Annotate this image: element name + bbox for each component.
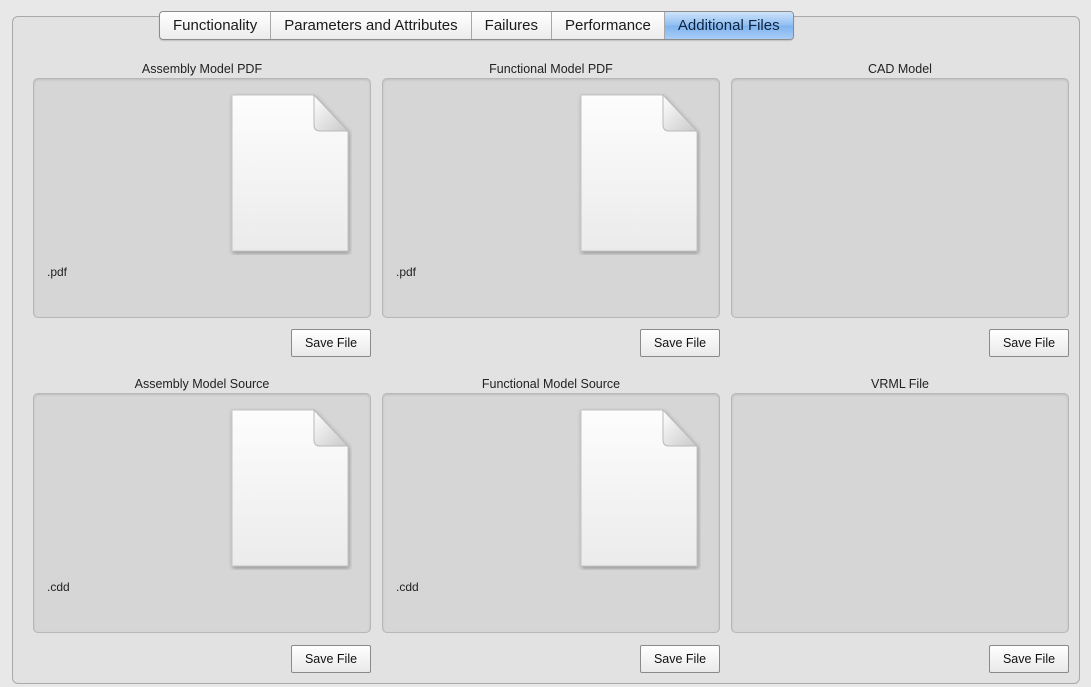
tab-bar: Functionality Parameters and Attributes … [159, 11, 794, 40]
panel-title-cad-model: CAD Model [868, 62, 932, 76]
tab-failures[interactable]: Failures [472, 12, 553, 39]
save-file-button-vrml-file[interactable]: Save File [989, 645, 1069, 673]
file-extension-label: .cdd [47, 580, 70, 594]
document-icon [228, 408, 352, 570]
tab-additional-files[interactable]: Additional Files [664, 12, 793, 39]
file-well-vrml-file [731, 393, 1069, 633]
panel-title-vrml-file: VRML File [871, 377, 929, 391]
panel-title-functional-model-pdf: Functional Model PDF [489, 62, 613, 76]
file-well-assembly-model-pdf: .pdf [33, 78, 371, 318]
panel-title-functional-model-source: Functional Model Source [481, 377, 621, 391]
tab-performance[interactable]: Performance [552, 12, 665, 39]
file-well-functional-model-pdf: .pdf [382, 78, 720, 318]
save-file-button-assembly-model-pdf[interactable]: Save File [291, 329, 371, 357]
document-icon [577, 408, 701, 570]
panel-title-assembly-model-pdf: Assembly Model PDF [141, 62, 263, 76]
save-file-button-functional-model-source[interactable]: Save File [640, 645, 720, 673]
tab-functionality[interactable]: Functionality [160, 12, 272, 39]
file-well-functional-model-source: .cdd [382, 393, 720, 633]
document-icon [228, 93, 352, 255]
panel-title-assembly-model-source: Assembly Model Source [134, 377, 270, 391]
file-extension-label: .pdf [47, 265, 68, 279]
file-extension-label: .cdd [396, 580, 419, 594]
file-extension-label: .pdf [396, 265, 417, 279]
file-well-assembly-model-source: .cdd [33, 393, 371, 633]
file-well-cad-model [731, 78, 1069, 318]
tab-parameters-and-attributes[interactable]: Parameters and Attributes [271, 12, 472, 39]
save-file-button-assembly-model-source[interactable]: Save File [291, 645, 371, 673]
save-file-button-functional-model-pdf[interactable]: Save File [640, 329, 720, 357]
document-icon [577, 93, 701, 255]
save-file-button-cad-model[interactable]: Save File [989, 329, 1069, 357]
